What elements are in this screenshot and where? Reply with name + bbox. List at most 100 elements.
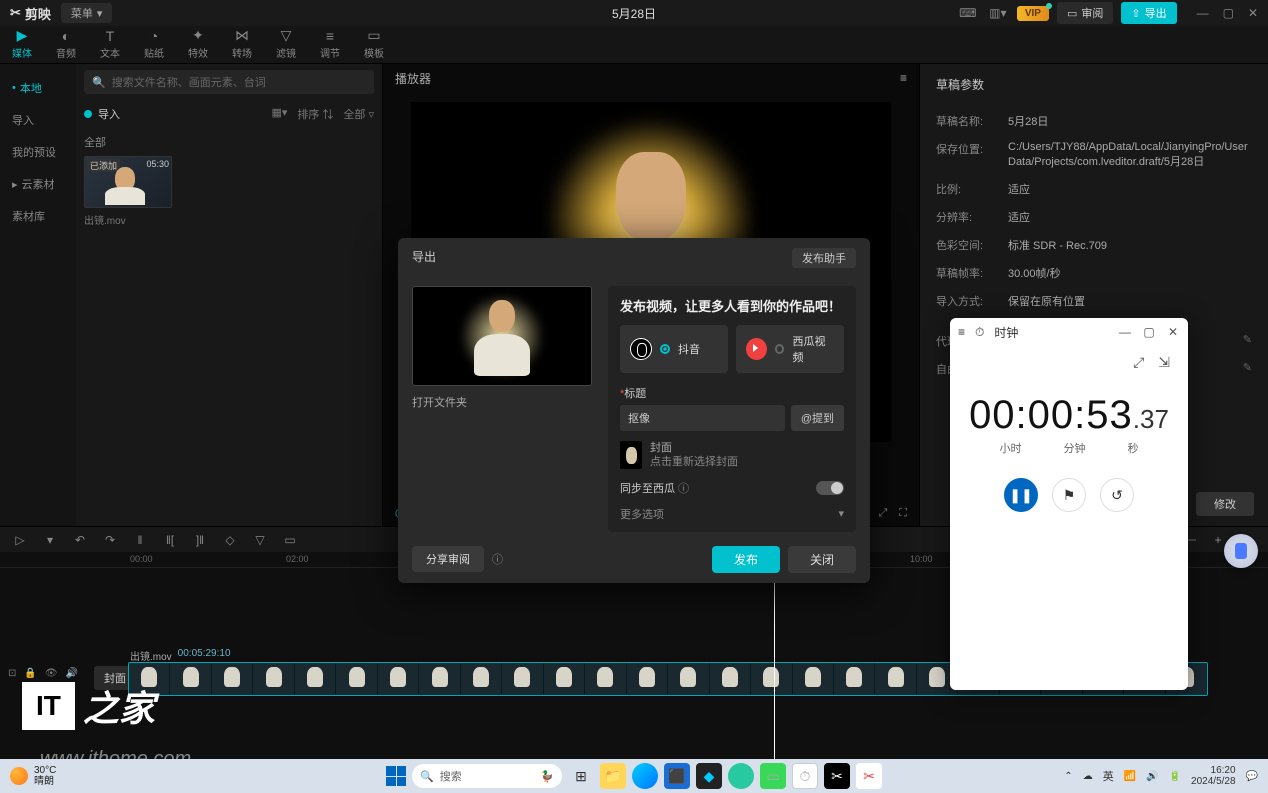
tray-chevron-icon[interactable]: ⌃ [1064, 771, 1072, 782]
close-button[interactable]: ✕ [1248, 6, 1258, 20]
track-mute-icon[interactable]: 🔒 [24, 668, 36, 679]
pause-button[interactable]: ❚❚ [1004, 478, 1038, 512]
split-left-tool[interactable]: ‖[ [162, 533, 178, 547]
jianying-icon[interactable]: ✂ [824, 763, 850, 789]
edge-icon[interactable] [632, 763, 658, 789]
clock-app-icon[interactable]: ⏱ [792, 763, 818, 789]
import-button[interactable]: 导入 [84, 106, 120, 122]
edit-icon[interactable]: ✎ [1243, 333, 1252, 349]
mark-tool[interactable]: ▽ [252, 533, 268, 547]
cursor-dropdown[interactable]: ▾ [42, 533, 58, 547]
undo-button[interactable]: ↶ [72, 533, 88, 547]
notification-icon[interactable]: 💬 [1246, 771, 1258, 782]
media-search[interactable]: 🔍搜索文件名称、画面元素、台词 [84, 70, 374, 94]
modify-button[interactable]: 修改 [1196, 492, 1254, 516]
platform-douyin[interactable]: 抖音 [620, 325, 728, 373]
expand-icon[interactable]: ⤢ [1133, 354, 1144, 371]
split-right-tool[interactable]: ]‖ [192, 533, 208, 547]
info-icon[interactable]: ⓘ [492, 551, 503, 567]
ime-indicator[interactable]: 英 [1103, 768, 1114, 784]
app-icon[interactable] [728, 763, 754, 789]
reset-button[interactable]: ↺ [1100, 478, 1134, 512]
sidebar-item-import[interactable]: 导入 [0, 104, 76, 136]
lap-button[interactable]: ⚑ [1052, 478, 1086, 512]
maximize-button[interactable]: ▢ [1142, 325, 1156, 339]
sidebar-item-local[interactable]: • 本地 [0, 72, 76, 104]
tab-adjust[interactable]: ≡调节 [308, 28, 352, 63]
close-button[interactable]: ✕ [1166, 325, 1180, 339]
fullscreen-icon[interactable]: ⛶ [899, 507, 907, 520]
weather-widget[interactable]: 30°C 晴朗 [34, 765, 56, 787]
info-icon[interactable]: ⓘ [678, 483, 689, 495]
player-menu-icon[interactable]: ≡ [900, 71, 907, 85]
share-review-button[interactable]: 分享审阅 [412, 546, 484, 572]
keyframe-tool[interactable]: ◇ [222, 533, 238, 547]
search-icon: 🔍 [420, 770, 434, 783]
menu-button[interactable]: 菜单▾ [61, 3, 113, 23]
sort-button[interactable]: 排序 ⇅ [297, 106, 333, 122]
store-icon[interactable]: ⬛ [664, 763, 690, 789]
snip-icon[interactable]: ✂ [856, 763, 882, 789]
tab-transition[interactable]: ⋈转场 [220, 27, 264, 63]
edit-icon[interactable]: ✎ [1243, 361, 1252, 377]
platform-xigua[interactable]: 西瓜视频 [736, 325, 844, 373]
maximize-button[interactable]: ▢ [1223, 6, 1234, 20]
clock-tray[interactable]: 16:20 2024/5/28 [1191, 765, 1236, 787]
minimize-button[interactable]: — [1197, 6, 1209, 20]
title-input[interactable] [620, 405, 785, 431]
tab-audio[interactable]: ◐音频 [44, 28, 88, 63]
sidebar-item-cloud[interactable]: ▸ 云素材 [0, 168, 76, 200]
pin-icon[interactable]: ⇲ [1158, 354, 1170, 371]
sidebar-item-presets[interactable]: 我的预设 [0, 136, 76, 168]
close-dialog-button[interactable]: 关闭 [788, 546, 856, 573]
tab-template[interactable]: ▭模板 [352, 27, 396, 63]
export-button[interactable]: ⇧导出 [1121, 2, 1176, 24]
view-grid-button[interactable]: ▦▾ [271, 106, 287, 122]
track-sound-icon[interactable]: 🔊 [66, 668, 78, 679]
hamburger-icon[interactable]: ≡ [958, 325, 965, 339]
tab-sticker[interactable]: ◔贴纸 [132, 28, 176, 63]
tab-text[interactable]: T文本 [88, 28, 132, 63]
filter-all-button[interactable]: 全部 ▿ [343, 106, 374, 122]
snapshot-tool[interactable]: ▭ [282, 533, 298, 547]
playhead[interactable] [774, 568, 775, 768]
app-icon[interactable]: ◆ [696, 763, 722, 789]
weather-icon[interactable] [10, 767, 28, 785]
cover-thumbnail[interactable] [620, 441, 642, 469]
zoom-icon[interactable]: ⤢ [878, 507, 887, 520]
cover-hint[interactable]: 点击重新选择封面 [650, 455, 738, 469]
open-folder-link[interactable]: 打开文件夹 [412, 394, 467, 410]
vip-badge[interactable]: VIP [1017, 6, 1049, 21]
wifi-icon[interactable]: 📶 [1124, 771, 1136, 782]
keyboard-icon[interactable]: ⌨ [957, 4, 979, 22]
track-eye-icon[interactable]: 👁 [45, 668, 58, 679]
media-thumbnail[interactable]: 已添加 05:30 [84, 156, 172, 208]
publish-assistant-button[interactable]: 发布助手 [792, 248, 856, 268]
floating-action-button[interactable] [1224, 534, 1258, 568]
start-button[interactable] [386, 766, 406, 786]
layout-icon[interactable]: ▥▾ [987, 4, 1009, 22]
battery-icon[interactable]: 🔋 [1169, 771, 1181, 782]
publish-button[interactable]: 发布 [712, 546, 780, 573]
onedrive-icon[interactable]: ☁ [1083, 771, 1093, 782]
taskview-icon[interactable]: ⊞ [568, 763, 594, 789]
sidebar-item-library[interactable]: 素材库 [0, 200, 76, 232]
tab-filter[interactable]: ▽滤镜 [264, 27, 308, 63]
cursor-tool[interactable]: ▷ [12, 533, 28, 547]
tab-media[interactable]: ▶媒体 [0, 27, 44, 63]
volume-icon[interactable]: 🔊 [1146, 771, 1158, 782]
split-tool[interactable]: ‖ [132, 533, 148, 547]
explorer-icon[interactable]: 📁 [600, 763, 626, 789]
redo-button[interactable]: ↷ [102, 533, 118, 547]
at-mention-button[interactable]: @提到 [791, 405, 844, 431]
sync-toggle[interactable] [816, 481, 844, 495]
more-options-button[interactable]: 更多选项▾ [620, 506, 844, 522]
app-icon[interactable]: ▭ [760, 763, 786, 789]
track-lock-icon[interactable]: ⊡ [8, 668, 16, 679]
tool-tabs: ▶媒体 ◐音频 T文本 ◔贴纸 ✦特效 ⋈转场 ▽滤镜 ≡调节 ▭模板 [0, 26, 1268, 64]
review-button[interactable]: ▭审阅 [1057, 2, 1113, 24]
tab-effect[interactable]: ✦特效 [176, 27, 220, 63]
taskbar-search[interactable]: 🔍搜索🦆 [412, 764, 562, 788]
zoom-in-button[interactable]: + [1210, 533, 1226, 547]
minimize-button[interactable]: — [1118, 325, 1132, 339]
